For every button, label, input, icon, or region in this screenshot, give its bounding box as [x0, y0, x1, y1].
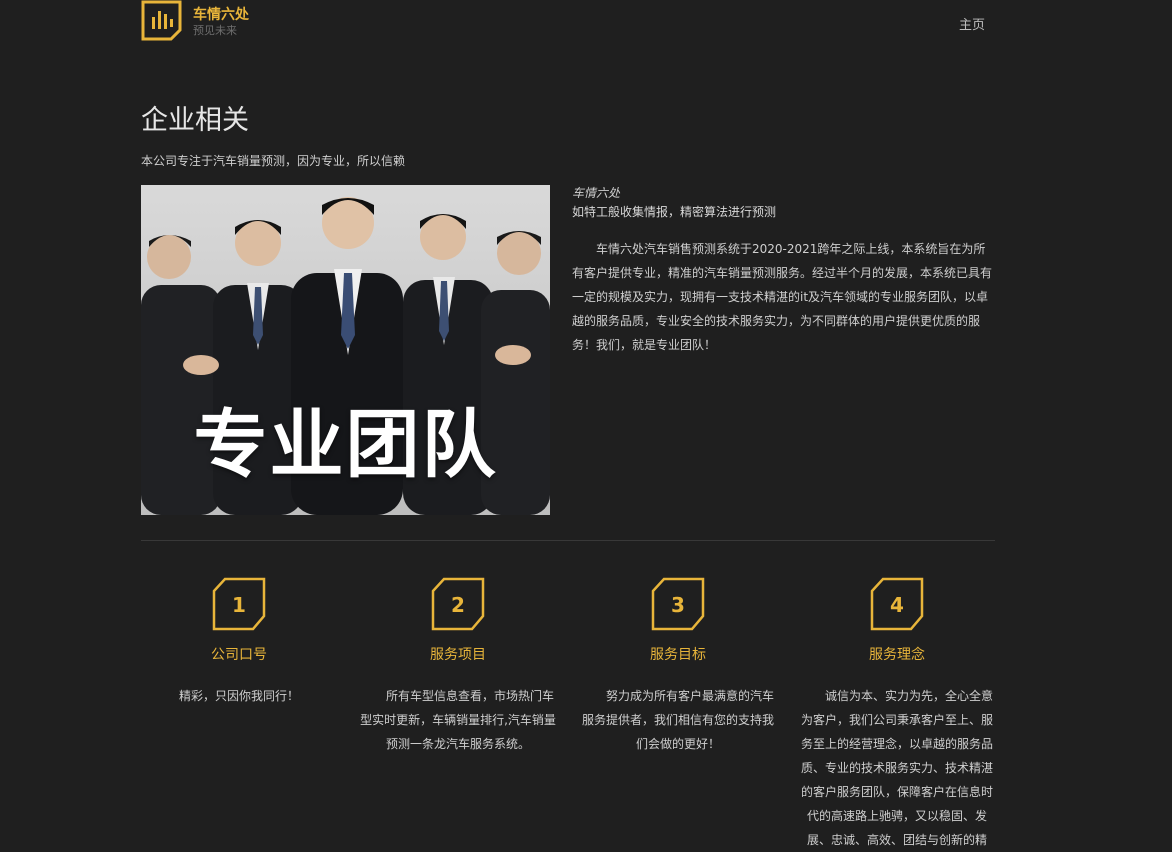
- brand-logo-icon[interactable]: [141, 0, 182, 41]
- number-badge-icon: 1: [212, 577, 266, 631]
- feature-slogan: 1 公司口号 精彩，只因你我同行！: [139, 576, 339, 708]
- feature-title: 服务项目: [430, 647, 486, 663]
- about-intro: 本公司专注于汽车销量预测，因为专业，所以信赖: [141, 154, 406, 168]
- section-divider: [141, 540, 995, 541]
- number-badge-icon: 4: [870, 577, 924, 631]
- side-body: 车情六处汽车销售预测系统于2020-2021跨年之际上线，本系统旨在为所有客户提…: [572, 242, 993, 352]
- about-side-text: 车情六处 如特工般收集情报，精密算法进行预测 车情六处汽车销售预测系统于2020…: [572, 185, 996, 357]
- nav-home-link[interactable]: 主页: [959, 14, 985, 33]
- brand-title[interactable]: 车情六处: [193, 4, 249, 24]
- site-header: 车情六处 预见未来 主页: [141, 0, 995, 44]
- badge-number: 1: [232, 593, 246, 617]
- feature-title: 公司口号: [211, 647, 267, 663]
- side-tagline: 如特工般收集情报，精密算法进行预测: [572, 205, 777, 219]
- photo-caption: 专业团队: [193, 402, 498, 488]
- number-badge-icon: 3: [651, 577, 705, 631]
- feature-philosophy: 4 服务理念 诚信为本、实力为先，全心全意为客户，我们公司秉承客户至上、服务至上…: [797, 576, 997, 852]
- feature-desc: 精彩，只因你我同行！: [178, 689, 299, 703]
- feature-desc: 诚信为本、实力为先，全心全意为客户，我们公司秉承客户至上、服务至上的经营理念，以…: [800, 689, 993, 847]
- brand-subtitle: 预见未来: [193, 24, 237, 37]
- feature-services: 2 服务项目 所有车型信息查看，市场热门车型实时更新，车辆销量排行,汽车销量预测…: [358, 576, 558, 756]
- feature-desc: 所有车型信息查看，市场热门车型实时更新，车辆销量排行,汽车销量预测一条龙汽车服务…: [360, 689, 556, 751]
- team-photo: 专业团队: [141, 185, 550, 515]
- feature-goal: 3 服务目标 努力成为所有客户最满意的汽车服务提供者，我们相信有您的支持我们会做…: [578, 576, 778, 756]
- badge-number: 2: [451, 593, 465, 617]
- feature-title: 服务目标: [650, 647, 706, 663]
- feature-title: 服务理念: [869, 647, 925, 663]
- page-title: 企业相关: [141, 105, 249, 136]
- side-brand: 车情六处: [572, 186, 621, 200]
- feature-desc: 努力成为所有客户最满意的汽车服务提供者，我们相信有您的支持我们会做的更好！: [581, 689, 774, 751]
- badge-number: 3: [671, 593, 685, 617]
- number-badge-icon: 2: [431, 577, 485, 631]
- badge-number: 4: [890, 593, 904, 617]
